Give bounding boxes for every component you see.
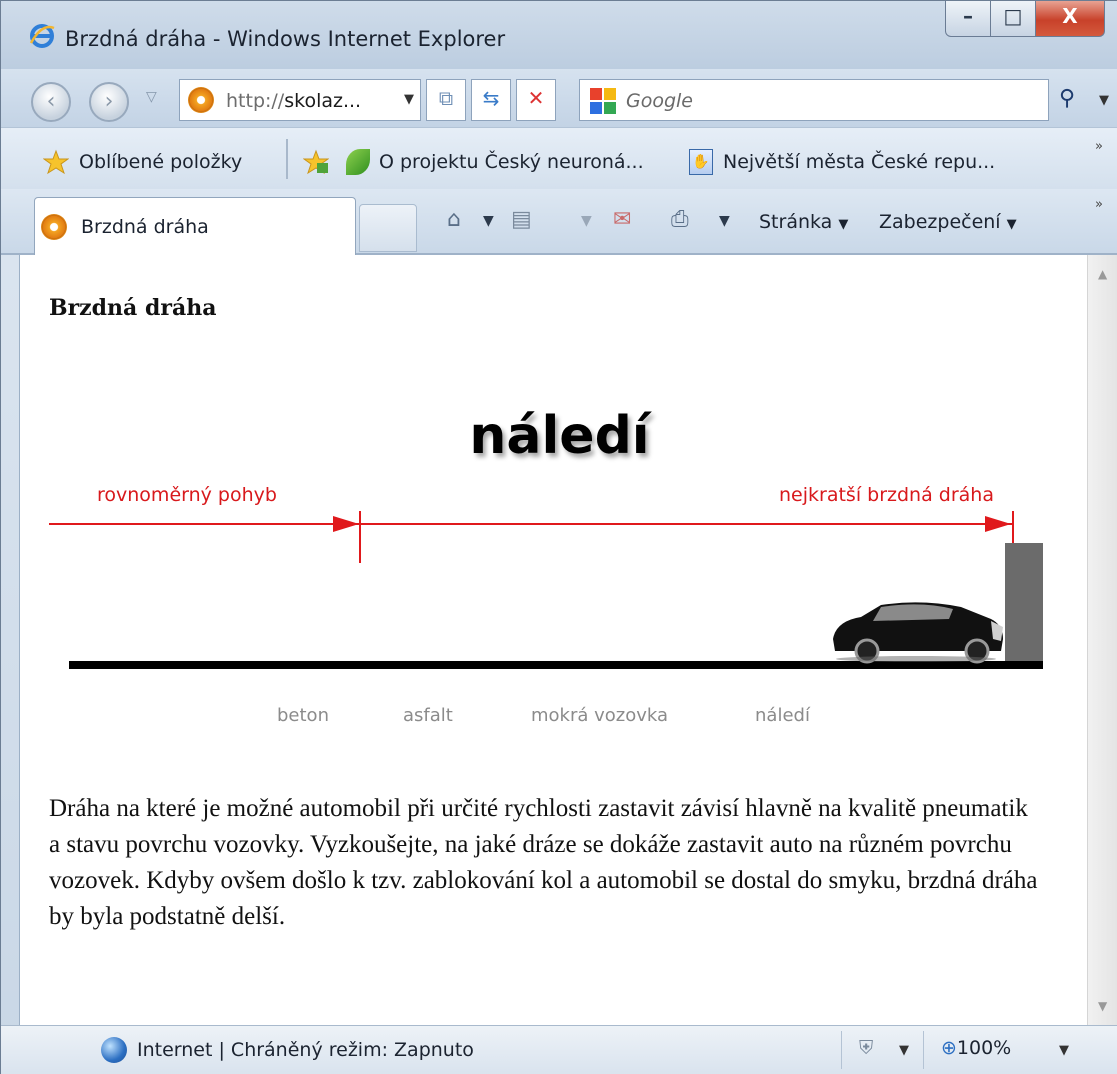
- address-host: skolaz...: [284, 90, 362, 112]
- minimize-button[interactable]: –: [945, 1, 991, 37]
- status-divider-2: [923, 1031, 924, 1069]
- address-prefix: http://: [226, 90, 285, 112]
- back-button[interactable]: ‹: [31, 82, 71, 122]
- favorite-item-1[interactable]: O projektu Český neuroná...: [379, 151, 644, 173]
- minimize-icon: –: [963, 4, 973, 28]
- search-options-dropdown-icon[interactable]: ▼: [1099, 93, 1109, 108]
- hand-site-icon: ✋: [689, 149, 713, 175]
- maximize-icon: □: [1003, 4, 1023, 28]
- google-search-icon: [590, 88, 616, 114]
- zoom-dropdown-icon[interactable]: ▼: [1059, 1043, 1069, 1058]
- print-dropdown-icon[interactable]: ▼: [719, 213, 730, 229]
- back-arrow-icon: ‹: [46, 89, 56, 114]
- address-dropdown-icon[interactable]: ▼: [404, 92, 414, 107]
- wall: [1005, 543, 1043, 669]
- stop-button[interactable]: ✕: [516, 79, 556, 121]
- page-menu-chevron-icon: ▼: [838, 217, 849, 232]
- favorite-item-2[interactable]: Největší města České repu...: [723, 151, 995, 173]
- window-title: Brzdná dráha - Windows Internet Explorer: [65, 27, 506, 51]
- status-divider: [841, 1031, 842, 1069]
- tab-brzdna-draha[interactable]: Brzdná dráha: [34, 197, 356, 255]
- magnifier-icon[interactable]: ⚲: [1059, 86, 1075, 111]
- compatibility-icon: ⧉: [438, 86, 454, 110]
- home-dropdown-icon[interactable]: ▼: [483, 213, 494, 229]
- road: [69, 661, 1043, 669]
- tab-label: Brzdná dráha: [81, 216, 209, 238]
- zoom-control[interactable]: ⊕100%: [941, 1037, 1011, 1059]
- page-heading: Brzdná dráha: [49, 295, 217, 321]
- mail-icon[interactable]: ✉: [613, 207, 631, 232]
- favorites-button[interactable]: Oblíbené položky: [79, 151, 242, 173]
- braking-arrow-icon: [985, 516, 1011, 532]
- ie-window: Brzdná dráha - Windows Internet Explorer…: [0, 0, 1117, 1074]
- security-menu-chevron-icon: ▼: [1006, 217, 1017, 232]
- new-tab-button[interactable]: [359, 204, 417, 252]
- security-menu-label: Zabezpečení: [879, 211, 1001, 233]
- add-favorites-icon[interactable]: [303, 149, 329, 175]
- feeds-dropdown-icon[interactable]: ▼: [581, 213, 592, 229]
- refresh-icon: ⇆: [482, 86, 500, 110]
- forward-button[interactable]: ›: [89, 82, 129, 122]
- command-bar-more-chevron-icon[interactable]: »: [1095, 197, 1103, 212]
- surface-title: náledí: [469, 406, 650, 466]
- close-icon: X: [1062, 4, 1078, 28]
- scroll-down-arrow-icon[interactable]: ▼: [1098, 999, 1107, 1013]
- surface-option-beton[interactable]: beton: [277, 705, 329, 726]
- page-menu[interactable]: Stránka ▼: [759, 211, 848, 233]
- stop-icon: ✕: [527, 86, 545, 110]
- address-bar[interactable]: http://skolaz... ▼: [179, 79, 421, 121]
- favorites-more-chevron-icon[interactable]: »: [1095, 139, 1103, 154]
- surface-option-asfalt[interactable]: asfalt: [403, 705, 453, 726]
- surface-option-mokra-vozovka[interactable]: mokrá vozovka: [531, 705, 668, 726]
- surface-option-naledi[interactable]: náledí: [755, 705, 810, 726]
- compatibility-view-button[interactable]: ⧉: [426, 79, 466, 121]
- scroll-up-arrow-icon[interactable]: ▲: [1098, 267, 1107, 281]
- internet-zone-globe-icon: [101, 1037, 127, 1063]
- protected-mode-icon[interactable]: ⛨: [859, 1037, 873, 1059]
- status-zone-text[interactable]: Internet | Chráněný režim: Zapnuto: [137, 1039, 474, 1061]
- description-paragraph: Dráha na které je možné automobil při ur…: [49, 795, 1038, 930]
- zoom-icon: ⊕: [941, 1037, 957, 1059]
- favorites-separator: [286, 139, 288, 179]
- page-loading-icon: [188, 87, 214, 113]
- maximize-button[interactable]: □: [990, 1, 1036, 37]
- close-button[interactable]: X: [1035, 1, 1105, 37]
- ie-logo-icon: [29, 24, 55, 48]
- search-box[interactable]: Google: [579, 79, 1049, 121]
- favorites-star-icon: [43, 149, 69, 175]
- history-dropdown-icon[interactable]: ▽: [146, 89, 157, 105]
- refresh-button[interactable]: ⇆: [471, 79, 511, 121]
- feeds-icon[interactable]: ▤: [511, 207, 532, 232]
- reaction-arrow-icon: [333, 516, 359, 532]
- forward-arrow-icon: ›: [104, 89, 114, 114]
- protected-mode-dropdown-icon[interactable]: ▼: [899, 1043, 909, 1058]
- print-icon[interactable]: ⎙: [671, 207, 689, 232]
- car-icon: [833, 602, 1003, 664]
- home-icon[interactable]: ⌂: [447, 207, 461, 232]
- page-menu-label: Stránka: [759, 211, 833, 233]
- braking-diagram: [49, 511, 1043, 669]
- security-menu[interactable]: Zabezpečení ▼: [879, 211, 1017, 233]
- search-placeholder: Google: [626, 90, 694, 112]
- tab-page-icon: [41, 214, 67, 240]
- zoom-value: 100%: [956, 1037, 1012, 1059]
